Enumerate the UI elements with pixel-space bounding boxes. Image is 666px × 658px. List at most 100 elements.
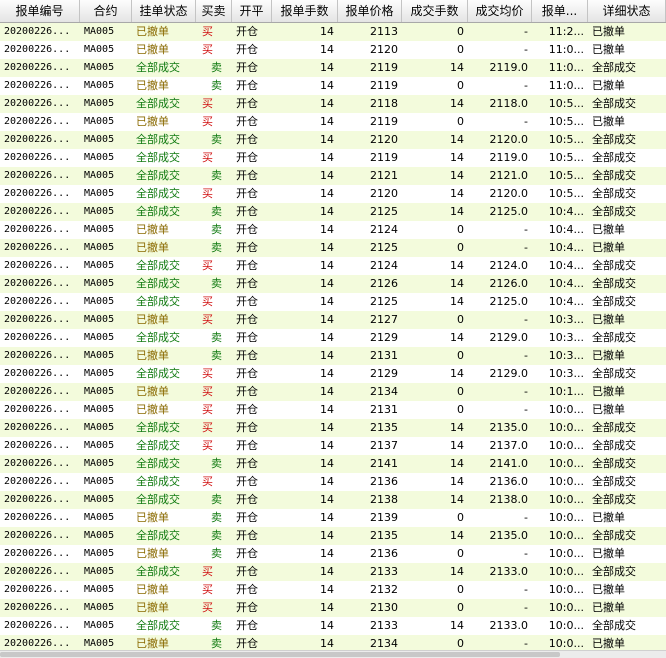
col-header-avg-price[interactable]: 成交均价 [468,0,532,22]
table-row[interactable]: 20200226... MA005 全部成交 买 开仓 14 2118 14 2118.0 10:… [0,95,666,113]
col-header-detail-status[interactable]: 详细状态 [588,0,666,22]
cell-order-id: 20200226... [4,458,71,469]
table-row[interactable]: 20200226... MA005 已撤单 买 开仓 14 2113 0 - 11:2... 已撤单 [0,23,666,41]
table-row[interactable]: 20200226... MA005 已撤单 卖 开仓 14 2136 0 - 10:0... 已撤单 [0,545,666,563]
table-row[interactable]: 20200226... MA005 已撤单 卖 开仓 14 2139 0 - 10:0... 已撤单 [0,509,666,527]
cell-order-qty: 14 [320,457,334,470]
cell-contract: MA005 [84,80,115,91]
cell-contract: MA005 [84,242,115,253]
cell-avg-price: - [524,601,528,614]
scrollbar-thumb[interactable] [0,652,560,657]
cell-order-time: 10:0... [548,439,584,452]
cell-order-id: 20200226... [4,116,71,127]
table-row[interactable]: 20200226... MA005 全部成交 卖 开仓 14 2126 14 2126.0 10:… [0,275,666,293]
table-row[interactable]: 20200226... MA005 已撤单 买 开仓 14 2132 0 - 10:0... 已撤单 [0,581,666,599]
cell-avg-price: 2125.0 [489,295,529,308]
cell-order-id: 20200226... [4,278,71,289]
table-row[interactable]: 20200226... MA005 全部成交 买 开仓 14 2137 14 2137.0 10:… [0,437,666,455]
table-row[interactable]: 20200226... MA005 全部成交 卖 开仓 14 2141 14 2141.0 10:… [0,455,666,473]
table-row[interactable]: 20200226... MA005 已撤单 买 开仓 14 2119 0 - 10:5... 已撤单 [0,113,666,131]
cell-side: 卖 [211,277,222,290]
cell-detail-status: 全部成交 [592,367,636,380]
cell-detail-status: 全部成交 [592,529,636,542]
cell-order-status: 全部成交 [136,151,180,164]
cell-order-status: 已撤单 [136,25,169,38]
cell-order-status: 全部成交 [136,61,180,74]
cell-detail-status: 全部成交 [592,97,636,110]
table-row[interactable]: 20200226... MA005 全部成交 买 开仓 14 2135 14 2135.0 10:… [0,419,666,437]
table-row[interactable]: 20200226... MA005 全部成交 买 开仓 14 2125 14 2125.0 10:… [0,293,666,311]
cell-order-status: 已撤单 [136,601,169,614]
cell-side: 买 [202,187,213,200]
cell-order-time: 10:5... [548,133,584,146]
table-row[interactable]: 20200226... MA005 已撤单 卖 开仓 14 2125 0 - 10:4... 已撤单 [0,239,666,257]
table-row[interactable]: 20200226... MA005 全部成交 买 开仓 14 2119 14 2119.0 10:… [0,149,666,167]
cell-order-id: 20200226... [4,548,71,559]
table-row[interactable]: 20200226... MA005 全部成交 卖 开仓 14 2121 14 2121.0 10:… [0,167,666,185]
cell-order-id: 20200226... [4,602,71,613]
cell-order-price: 2131 [370,349,398,362]
table-row[interactable]: 20200226... MA005 已撤单 卖 开仓 14 2124 0 - 10:4... 已撤单 [0,221,666,239]
cell-detail-status: 全部成交 [592,259,636,272]
col-header-order-id[interactable]: 报单编号 [0,0,80,22]
table-row[interactable]: 20200226... MA005 全部成交 买 开仓 14 2124 14 2124.0 10:… [0,257,666,275]
cell-side: 卖 [211,529,222,542]
cell-order-status: 已撤单 [136,511,169,524]
cell-order-qty: 14 [320,97,334,110]
table-row[interactable]: 20200226... MA005 全部成交 卖 开仓 14 2120 14 2120.0 10:… [0,131,666,149]
col-header-contract[interactable]: 合约 [80,0,132,22]
cell-detail-status: 全部成交 [592,169,636,182]
table-row[interactable]: 20200226... MA005 全部成交 卖 开仓 14 2129 14 2129.0 10:… [0,329,666,347]
cell-contract: MA005 [84,170,115,181]
table-row[interactable]: 20200226... MA005 全部成交 卖 开仓 14 2138 14 2138.0 10:… [0,491,666,509]
cell-contract: MA005 [84,494,115,505]
cell-order-qty: 14 [320,547,334,560]
table-row[interactable]: 20200226... MA005 全部成交 买 开仓 14 2133 14 2133.0 10:… [0,563,666,581]
cell-detail-status: 全部成交 [592,493,636,506]
col-header-filled-qty[interactable]: 成交手数 [402,0,468,22]
cell-side: 买 [202,313,213,326]
table-row[interactable]: 20200226... MA005 已撤单 买 开仓 14 2127 0 - 10:3... 已撤单 [0,311,666,329]
table-row[interactable]: 20200226... MA005 已撤单 买 开仓 14 2120 0 - 11:0... 已撤单 [0,41,666,59]
table-header: 报单编号 合约 挂单状态 买卖 开平 报单手数 报单价格 成交手数 成交均价 报… [0,0,666,23]
table-row[interactable]: 20200226... MA005 全部成交 买 开仓 14 2120 14 2120.0 10:… [0,185,666,203]
col-header-order-qty[interactable]: 报单手数 [272,0,338,22]
cell-avg-price: 2135.0 [489,529,529,542]
table-row[interactable]: 20200226... MA005 全部成交 买 开仓 14 2136 14 2136.0 10:… [0,473,666,491]
table-row[interactable]: 20200226... MA005 已撤单 卖 开仓 14 2119 0 - 11:0... 已撤单 [0,77,666,95]
col-header-side[interactable]: 买卖 [196,0,232,22]
cell-contract: MA005 [84,188,115,199]
cell-side: 卖 [211,223,222,236]
cell-order-time: 10:4... [548,241,584,254]
cell-order-qty: 14 [320,601,334,614]
cell-order-time: 10:5... [548,97,584,110]
table-row[interactable]: 20200226... MA005 全部成交 卖 开仓 14 2135 14 2135.0 10:… [0,527,666,545]
col-header-open-close[interactable]: 开平 [232,0,272,22]
cell-order-qty: 14 [320,583,334,596]
cell-order-id: 20200226... [4,584,71,595]
cell-order-id: 20200226... [4,404,71,415]
cell-side: 卖 [211,241,222,254]
cell-contract: MA005 [84,566,115,577]
table-row[interactable]: 20200226... MA005 已撤单 买 开仓 14 2134 0 - 10:1... 已撤单 [0,383,666,401]
table-row[interactable]: 20200226... MA005 全部成交 卖 开仓 14 2125 14 2125.0 10:… [0,203,666,221]
table-row[interactable]: 20200226... MA005 已撤单 买 开仓 14 2130 0 - 10:0... 已撤单 [0,599,666,617]
cell-order-price: 2132 [370,583,398,596]
cell-order-id: 20200226... [4,350,71,361]
cell-avg-price: - [524,349,528,362]
cell-order-time: 11:2... [548,25,584,38]
cell-order-id: 20200226... [4,44,71,55]
table-row[interactable]: 20200226... MA005 全部成交 买 开仓 14 2129 14 2129.0 10:… [0,365,666,383]
cell-order-price: 2136 [370,547,398,560]
col-header-order-status[interactable]: 挂单状态 [132,0,196,22]
table-row[interactable]: 20200226... MA005 全部成交 卖 开仓 14 2119 14 2119.0 11:… [0,59,666,77]
col-header-order-time[interactable]: 报单... [532,0,588,22]
cell-order-status: 全部成交 [136,259,180,272]
col-header-order-price[interactable]: 报单价格 [338,0,402,22]
cell-avg-price: 2136.0 [489,475,529,488]
table-row[interactable]: 20200226... MA005 全部成交 卖 开仓 14 2133 14 2133.0 10:… [0,617,666,635]
cell-filled-qty: 0 [457,601,464,614]
table-row[interactable]: 20200226... MA005 已撤单 卖 开仓 14 2131 0 - 10:3... 已撤单 [0,347,666,365]
table-row[interactable]: 20200226... MA005 已撤单 买 开仓 14 2131 0 - 10:0... 已撤单 [0,401,666,419]
cell-order-price: 2131 [370,403,398,416]
